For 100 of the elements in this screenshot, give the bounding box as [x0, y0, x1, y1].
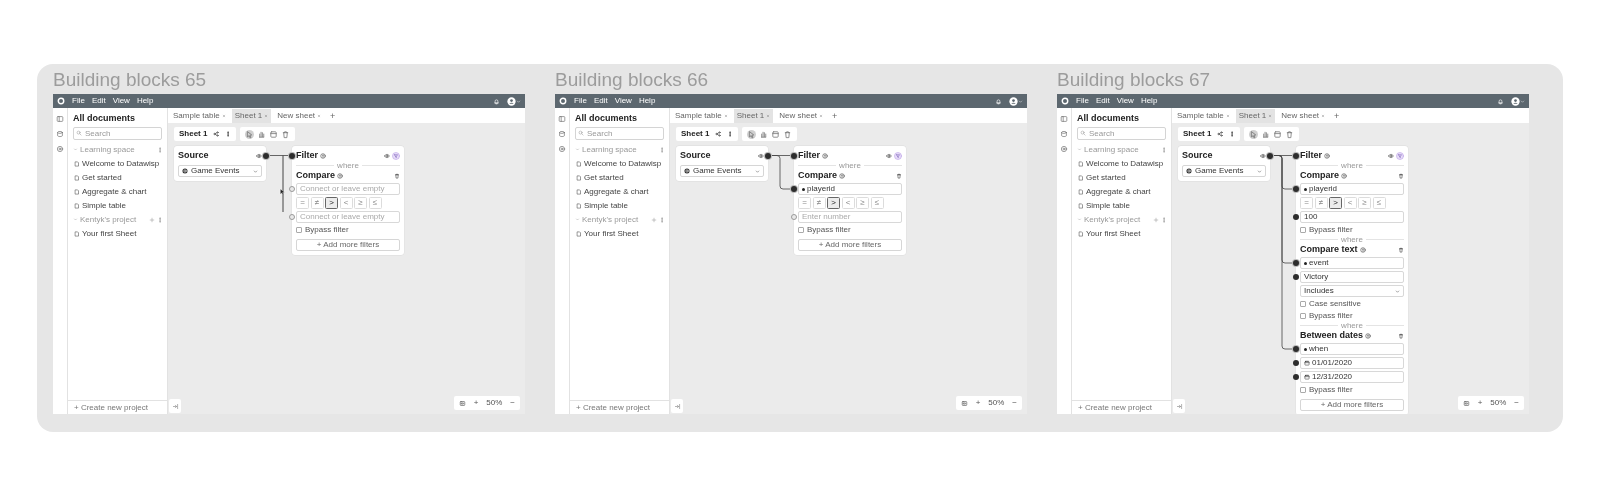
- create-project-link[interactable]: + Create new project: [74, 402, 149, 413]
- trash-icon[interactable]: [896, 172, 902, 179]
- filter-icon[interactable]: [894, 151, 902, 160]
- avatar-icon[interactable]: [1511, 96, 1520, 106]
- database-icon[interactable]: [1060, 130, 1068, 138]
- plus-icon[interactable]: [651, 216, 657, 223]
- operator-button[interactable]: >: [325, 197, 338, 209]
- share-icon[interactable]: [715, 131, 722, 137]
- help-icon[interactable]: [320, 152, 326, 159]
- pointer-icon[interactable]: [747, 129, 757, 139]
- share-icon[interactable]: [1217, 131, 1224, 137]
- eye-icon[interactable]: [886, 152, 892, 159]
- input-port[interactable]: [1293, 374, 1299, 380]
- dataset-dropdown[interactable]: Game Events: [1182, 165, 1266, 177]
- sidebar-item[interactable]: Get started: [1072, 170, 1171, 185]
- fit-view-icon[interactable]: [458, 399, 466, 407]
- sidebar-item[interactable]: Welcome to Datawisp: [1072, 156, 1171, 171]
- menu-item[interactable]: Help: [1140, 96, 1158, 106]
- bell-icon[interactable]: [1497, 97, 1504, 105]
- operator-button[interactable]: >: [827, 197, 840, 209]
- filter-icon[interactable]: [392, 151, 400, 160]
- match-dropdown[interactable]: Includes: [1300, 285, 1404, 297]
- bell-icon[interactable]: [493, 97, 500, 105]
- trash-icon[interactable]: [394, 172, 400, 179]
- menu-item[interactable]: File: [574, 96, 587, 106]
- tab[interactable]: Sheet 1: [1235, 109, 1276, 123]
- trash-icon[interactable]: [281, 129, 291, 139]
- eye-icon[interactable]: [758, 152, 764, 159]
- add-filters-button[interactable]: + Add more filters: [296, 239, 400, 251]
- help-icon[interactable]: [1341, 172, 1347, 179]
- sidebar-item[interactable]: Welcome to Datawisp: [68, 156, 167, 171]
- caret-icon[interactable]: [1018, 98, 1023, 104]
- logo-icon[interactable]: [559, 97, 567, 105]
- sidebar-item[interactable]: Get started: [68, 170, 167, 185]
- menu-item[interactable]: File: [1076, 96, 1089, 106]
- collapse-button[interactable]: [169, 399, 181, 413]
- logo-icon[interactable]: [1061, 97, 1069, 105]
- settings-icon[interactable]: [1060, 145, 1068, 153]
- input-field[interactable]: event: [1300, 257, 1404, 269]
- search-field[interactable]: Search: [575, 126, 664, 140]
- menu-item[interactable]: Help: [638, 96, 656, 106]
- add-filters-button[interactable]: + Add more filters: [1300, 399, 1404, 411]
- sidebar-item[interactable]: Aggregate & chart: [68, 184, 167, 199]
- input-field[interactable]: 100: [1300, 211, 1404, 223]
- operator-button[interactable]: ≠: [812, 197, 826, 209]
- eye-icon[interactable]: [256, 152, 262, 159]
- checkbox[interactable]: [1300, 227, 1306, 233]
- sidebar-item[interactable]: Simple table: [1072, 198, 1171, 213]
- date-field[interactable]: 01/01/2020: [1300, 357, 1404, 369]
- sidebar-item[interactable]: Your first Sheet: [1072, 226, 1171, 241]
- help-icon[interactable]: [1359, 246, 1366, 253]
- input-port[interactable]: [791, 214, 797, 220]
- tab[interactable]: Sheet 1: [733, 109, 774, 123]
- menu-item[interactable]: View: [614, 96, 632, 106]
- input-port[interactable]: [1293, 260, 1299, 266]
- output-port[interactable]: [765, 152, 771, 159]
- input-port[interactable]: [1293, 214, 1299, 220]
- dataset-dropdown[interactable]: Game Events: [680, 165, 764, 177]
- operator-button[interactable]: ≥: [354, 197, 367, 209]
- collapse-button[interactable]: [1173, 399, 1185, 413]
- sidebar-item[interactable]: Get started: [570, 170, 669, 185]
- checkbox[interactable]: [1300, 387, 1306, 393]
- eye-icon[interactable]: [384, 152, 390, 159]
- plus-icon[interactable]: [149, 216, 155, 223]
- frame-icon[interactable]: [771, 129, 781, 139]
- zoom-in-button[interactable]: +: [1477, 398, 1483, 408]
- sidebar-item[interactable]: Aggregate & chart: [570, 184, 669, 199]
- help-icon[interactable]: [1365, 332, 1372, 339]
- help-icon[interactable]: [1324, 152, 1330, 159]
- help-icon[interactable]: [337, 172, 343, 179]
- hand-icon[interactable]: [1261, 129, 1271, 139]
- menu-item[interactable]: Edit: [593, 96, 608, 106]
- operator-button[interactable]: ≤: [870, 197, 884, 209]
- filter-icon[interactable]: [1396, 151, 1404, 160]
- checkbox[interactable]: [1300, 301, 1306, 307]
- output-port[interactable]: [1267, 152, 1273, 159]
- fit-view-icon[interactable]: [960, 399, 968, 407]
- more-icon[interactable]: [727, 131, 734, 137]
- panel-icon[interactable]: [558, 115, 566, 123]
- more-icon[interactable]: [1229, 131, 1236, 137]
- frame-icon[interactable]: [1273, 129, 1283, 139]
- input-port[interactable]: [289, 152, 295, 159]
- more-icon[interactable]: [225, 131, 232, 137]
- input-port[interactable]: [791, 186, 797, 192]
- plus-icon[interactable]: [1153, 216, 1159, 223]
- eye-icon[interactable]: [1388, 152, 1394, 159]
- caret-icon[interactable]: [516, 98, 521, 104]
- fit-view-icon[interactable]: [1462, 399, 1470, 407]
- menu-item[interactable]: View: [1116, 96, 1134, 106]
- trash-icon[interactable]: [1398, 172, 1404, 179]
- database-icon[interactable]: [56, 130, 64, 138]
- avatar-icon[interactable]: [507, 96, 516, 106]
- database-icon[interactable]: [558, 130, 566, 138]
- input-port[interactable]: [791, 152, 797, 159]
- input-port[interactable]: [1293, 346, 1299, 352]
- create-project-link[interactable]: + Create new project: [576, 402, 651, 413]
- trash-icon[interactable]: [783, 129, 793, 139]
- output-port[interactable]: [263, 152, 269, 159]
- zoom-out-button[interactable]: −: [510, 398, 515, 408]
- operator-button[interactable]: ≤: [1372, 197, 1386, 209]
